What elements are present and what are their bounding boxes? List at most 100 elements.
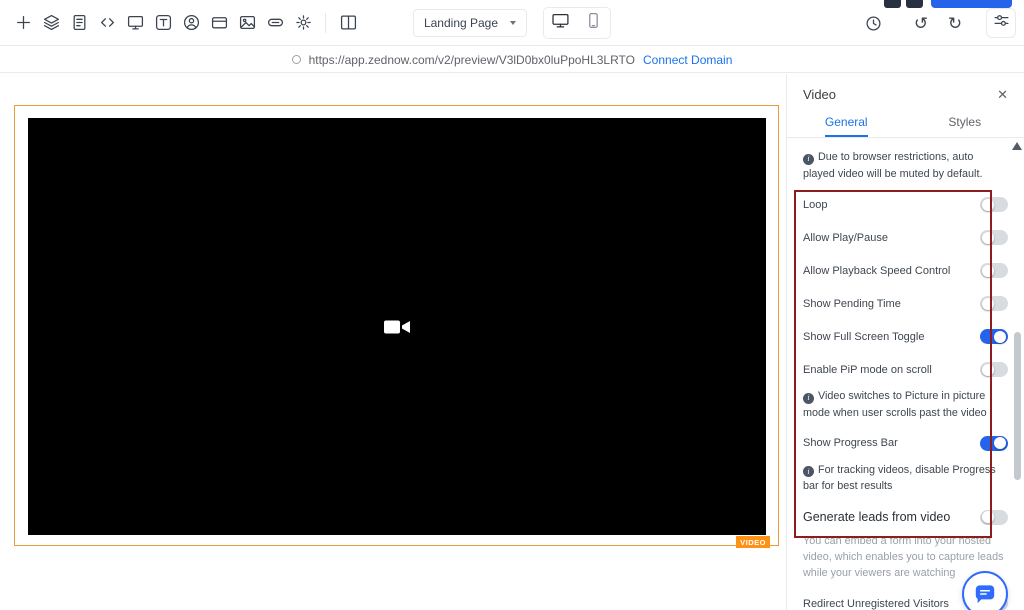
history-icon: [865, 15, 882, 32]
panel-tabs: General Styles: [787, 115, 1024, 138]
chat-icon: [975, 585, 995, 604]
loop-toggle[interactable]: [980, 197, 1008, 213]
setting-row-show-progress-bar: Show Progress Bar: [803, 427, 1008, 460]
info-icon: i: [803, 153, 814, 165]
setting-label: Redirect Unregistered Visitors: [803, 597, 949, 610]
panel-title: Video: [803, 87, 837, 102]
undo-icon: ↺: [913, 13, 929, 33]
columns-button[interactable]: [335, 10, 361, 36]
allow-play-pause-toggle[interactable]: [980, 230, 1008, 246]
setting-row-allow-playback-speed-control: Allow Playback Speed Control: [803, 254, 1008, 287]
video-camera-icon: [384, 320, 410, 333]
sliders-icon: [993, 12, 1010, 34]
preview-globe-icon: [291, 55, 301, 64]
gear-button[interactable]: [290, 10, 316, 36]
setting-row-enable-pip-mode-on-scroll: Enable PiP mode on scroll: [803, 353, 1008, 386]
help-chat-button[interactable]: [962, 571, 1008, 610]
setting-row-allow-play-pause: Allow Play/Pause: [803, 221, 1008, 254]
monitor-icon: [127, 14, 144, 31]
preview-url-bar: https://app.zednow.com/v2/preview/V3lD0b…: [0, 47, 1024, 73]
show-full-screen-toggle-toggle[interactable]: [980, 329, 1008, 345]
generate-leads-from-video-toggle[interactable]: [980, 509, 1008, 525]
tab-label: General: [824, 115, 868, 137]
setting-label: Allow Playback Speed Control: [803, 264, 951, 277]
button-icon: [267, 14, 284, 31]
plus-button[interactable]: [10, 10, 36, 36]
image-icon: [239, 14, 256, 31]
show-pending-time-toggle[interactable]: [980, 296, 1008, 312]
panel-rows: Loop Allow Play/Pause Allow Playback Speed…: [787, 186, 1024, 610]
chevron-down-icon: [510, 20, 517, 25]
setting-label: Generate leads from video: [803, 510, 951, 525]
setting-label: Show Pending Time: [803, 297, 901, 310]
user-button[interactable]: [178, 10, 204, 36]
show-progress-bar-toggle[interactable]: [980, 435, 1008, 451]
cutoff-icon-button-2[interactable]: [906, 0, 923, 8]
card-icon: [211, 14, 228, 31]
undo-button[interactable]: ↺: [908, 10, 934, 36]
mobile-preview-button[interactable]: [577, 7, 611, 38]
setting-row-show-full-screen-toggle: Show Full Screen Toggle: [803, 320, 1008, 353]
cutoff-primary-button[interactable]: [931, 0, 1012, 8]
setting-label: Allow Play/Pause: [803, 231, 888, 244]
setting-label: Enable PiP mode on scroll: [803, 363, 932, 376]
plus-icon: [15, 14, 32, 31]
setting-row-loop: Loop: [803, 188, 1008, 221]
preview-url: https://app.zednow.com/v2/preview/V3lD0b…: [308, 52, 636, 67]
tab-general[interactable]: General: [787, 115, 906, 137]
selected-section-outline: VIDEO: [14, 105, 779, 548]
page-selector-dropdown[interactable]: Landing Page: [412, 8, 528, 37]
setting-row-show-pending-time: Show Pending Time: [803, 287, 1008, 320]
mobile-icon: [585, 12, 602, 34]
user-icon: [183, 14, 200, 31]
browser-restriction-notice: i Due to browser restrictions, auto playe…: [803, 151, 983, 180]
toolbar-divider: [325, 12, 326, 33]
toolbar-left-icons: [0, 10, 361, 36]
tab-styles[interactable]: Styles: [906, 115, 1024, 137]
page-selector-label: Landing Page: [423, 15, 499, 30]
device-preview-group: [543, 6, 612, 39]
connect-domain-link[interactable]: Connect Domain: [643, 53, 732, 67]
card-button[interactable]: [206, 10, 232, 36]
setting-label: Show Progress Bar: [803, 437, 898, 450]
setting-label: Show Full Screen Toggle: [803, 330, 925, 343]
tab-label: Styles: [948, 115, 982, 129]
text-button[interactable]: [150, 10, 176, 36]
history-button[interactable]: [860, 10, 886, 36]
code-button[interactable]: [94, 10, 120, 36]
desktop-preview-button[interactable]: [544, 7, 578, 38]
setting-row-generate-leads-from-video: Generate leads from video: [803, 500, 1008, 534]
video-element[interactable]: [28, 118, 766, 535]
columns-icon: [340, 14, 357, 31]
monitor-button[interactable]: [122, 10, 148, 36]
top-toolbar: Landing Page ↺ ↻: [0, 0, 1024, 46]
enable-pip-mode-on-scroll-toggle[interactable]: [980, 362, 1008, 378]
element-tag-badge: VIDEO: [736, 536, 770, 548]
form-button[interactable]: [66, 10, 92, 36]
info-icon: i: [803, 466, 814, 478]
scroll-up-arrow-icon[interactable]: [1012, 142, 1022, 150]
text-icon: [155, 14, 172, 31]
allow-playback-speed-control-toggle[interactable]: [980, 263, 1008, 279]
close-icon[interactable]: ✕: [997, 88, 1008, 101]
setting-label: Loop: [803, 198, 828, 211]
cutoff-icon-button-1[interactable]: [884, 0, 901, 8]
toolbar-center: Landing Page: [412, 6, 612, 39]
info-note: i For tracking videos, disable Progress b…: [803, 463, 996, 493]
form-icon: [71, 14, 88, 31]
redo-button[interactable]: ↻: [942, 10, 968, 36]
gear-icon: [295, 14, 312, 31]
editor-canvas: VIDEO: [0, 74, 786, 610]
info-note: i Video switches to Picture in picture mo…: [803, 390, 987, 419]
redo-icon: ↻: [947, 13, 963, 33]
layers-icon: [43, 14, 60, 31]
button-button[interactable]: [262, 10, 288, 36]
image-button[interactable]: [234, 10, 260, 36]
layers-button[interactable]: [38, 10, 64, 36]
video-settings-panel: Video ✕ General Styles i Due to browser re…: [786, 74, 1024, 610]
code-icon: [99, 14, 116, 31]
page-settings-button[interactable]: [986, 8, 1016, 38]
scrollbar-thumb[interactable]: [1014, 332, 1021, 480]
info-icon: i: [803, 392, 814, 404]
desktop-icon: [552, 12, 569, 34]
